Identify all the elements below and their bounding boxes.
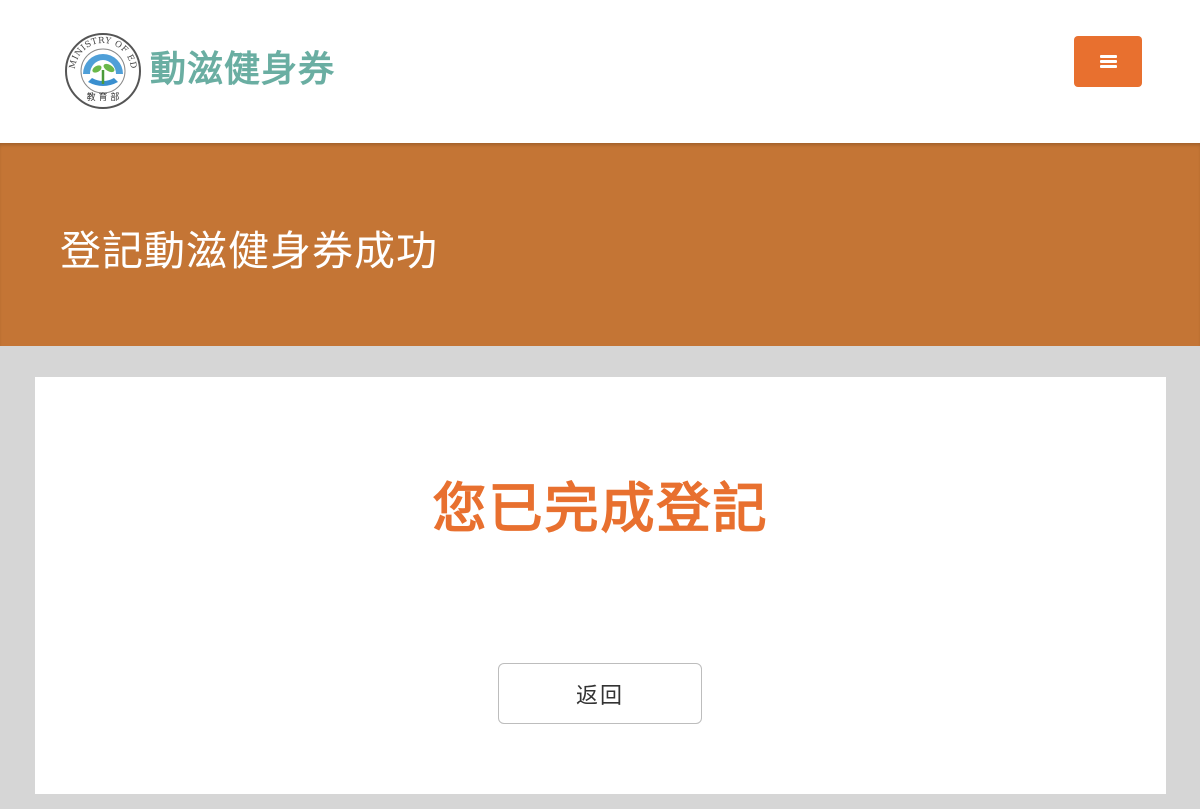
menu-button[interactable] <box>1074 36 1142 87</box>
site-header: MINISTRY OF EDUCATION 教 育 部 動滋健身券 <box>0 0 1200 143</box>
result-card: 您已完成登記 返回 <box>35 377 1166 794</box>
back-button[interactable]: 返回 <box>498 663 702 724</box>
ministry-of-education-seal-icon[interactable]: MINISTRY OF EDUCATION 教 育 部 <box>60 25 142 110</box>
page-banner: 登記動滋健身券成功 <box>0 143 1200 346</box>
seal-chinese-text: 教 育 部 <box>87 91 120 103</box>
page-title: 登記動滋健身券成功 <box>60 227 438 275</box>
hamburger-icon <box>1099 55 1117 68</box>
success-message: 您已完成登記 <box>432 477 769 540</box>
site-name[interactable]: 動滋健身券 <box>150 46 335 94</box>
